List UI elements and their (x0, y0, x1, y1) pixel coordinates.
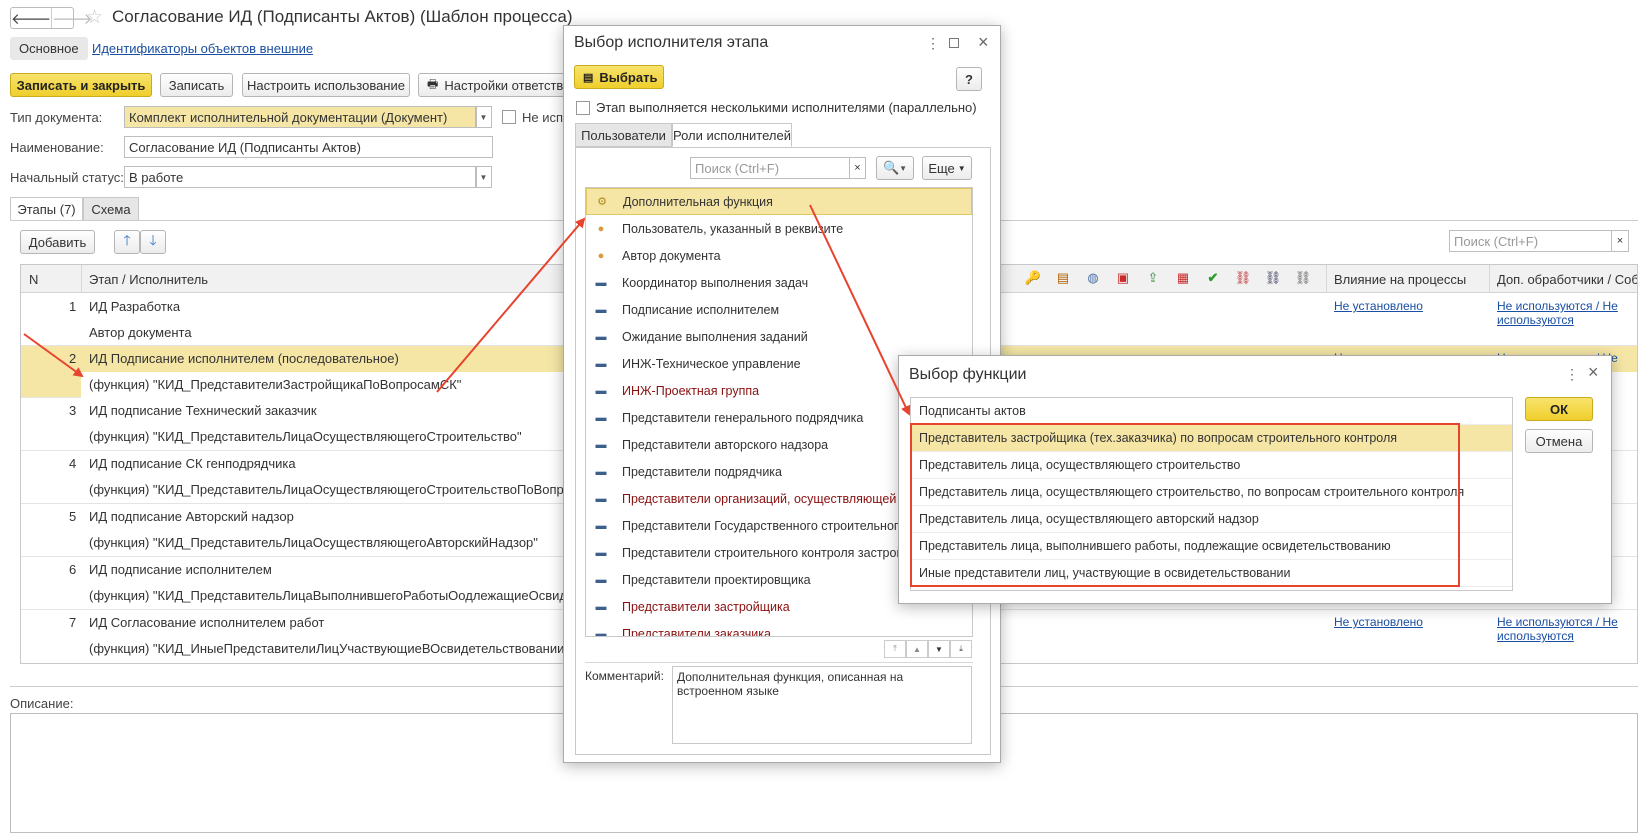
annotation-arrow (809, 204, 911, 416)
annotation-arrows (23, 204, 911, 416)
annotation-arrow (23, 333, 84, 378)
annotation-arrow (436, 217, 586, 393)
